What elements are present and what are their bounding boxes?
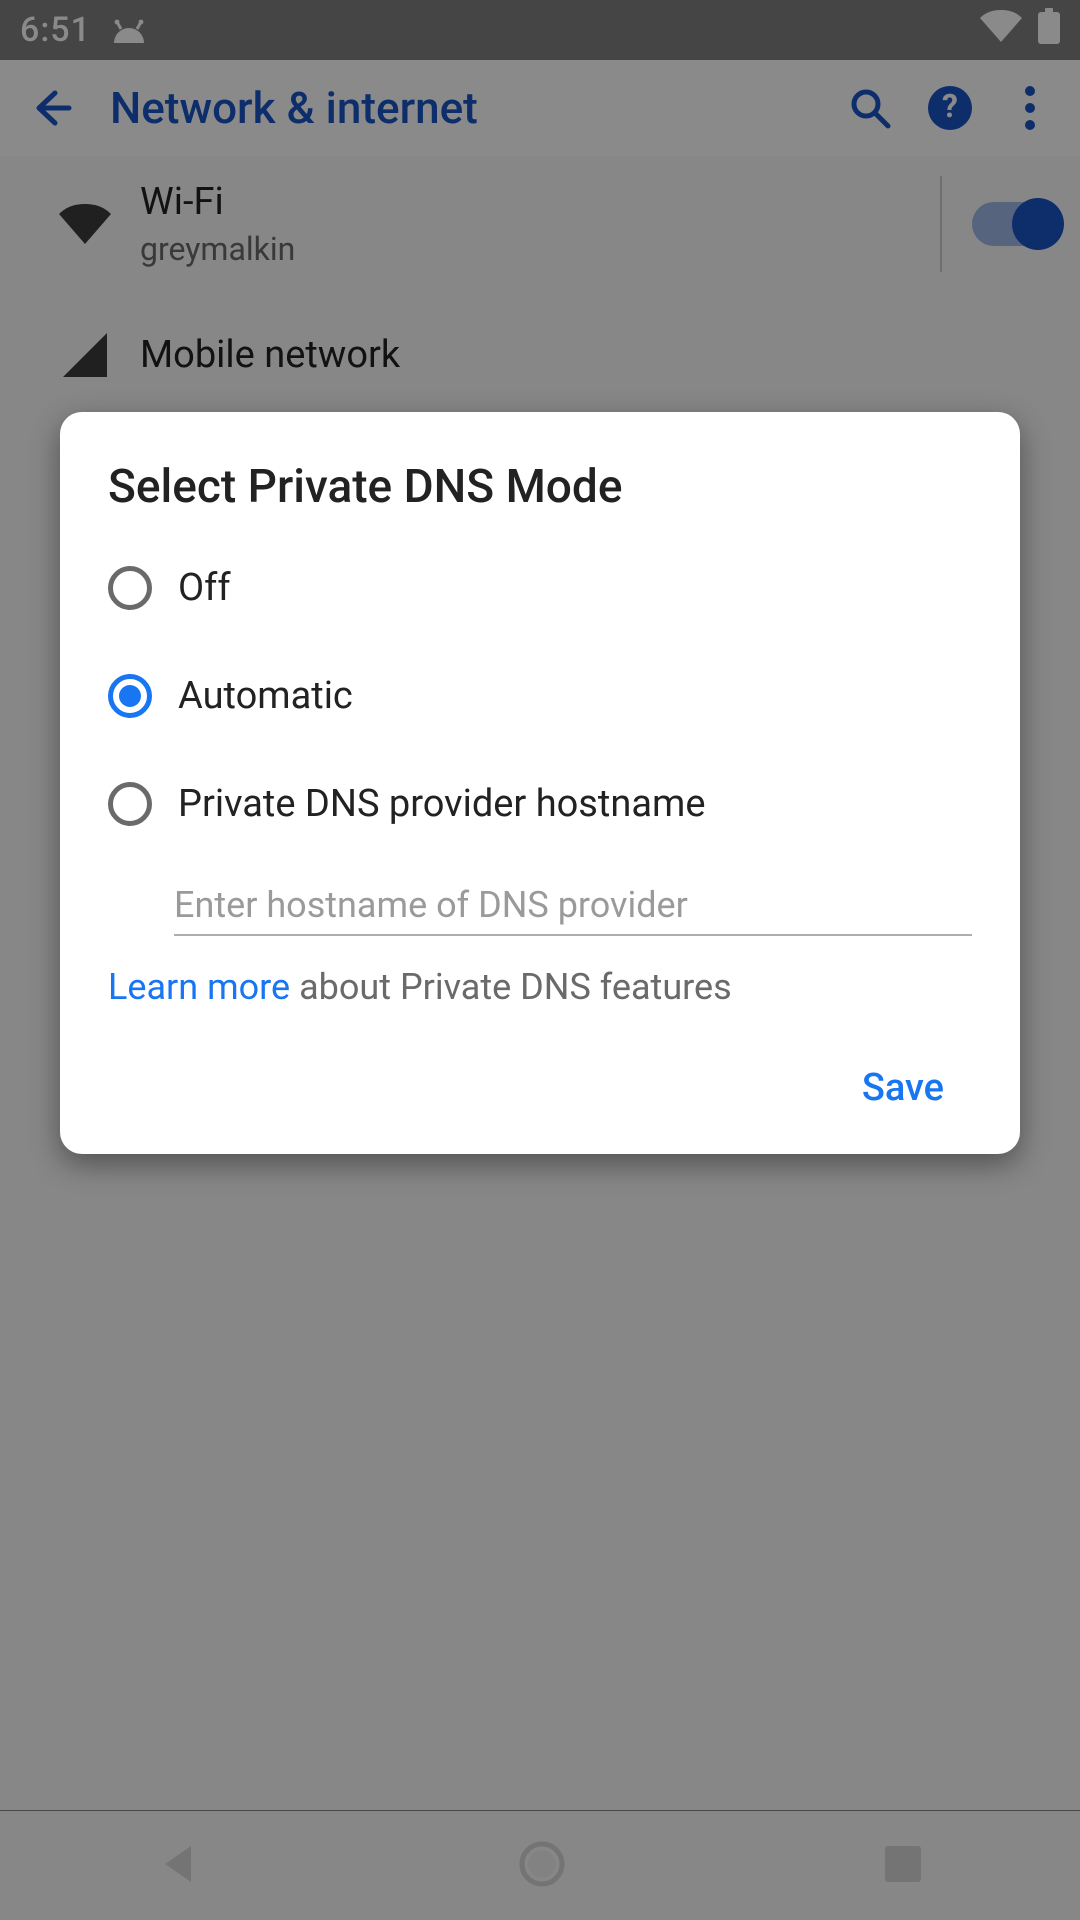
- radio-icon: [108, 782, 152, 826]
- learn-more-tail: about Private DNS features: [290, 966, 732, 1008]
- dns-option-automatic-label: Automatic: [178, 674, 353, 718]
- dns-option-off-label: Off: [178, 566, 231, 610]
- learn-more-link[interactable]: Learn more: [108, 966, 290, 1008]
- save-button[interactable]: Save: [834, 1052, 972, 1124]
- private-dns-dialog: Select Private DNS Mode Off Automatic Pr…: [60, 412, 1020, 1154]
- dns-option-automatic[interactable]: Automatic: [108, 642, 972, 750]
- dns-hostname-input[interactable]: [174, 876, 972, 936]
- radio-icon: [108, 674, 152, 718]
- learn-more-text: Learn more about Private DNS features: [108, 966, 972, 1008]
- dns-option-hostname[interactable]: Private DNS provider hostname: [108, 750, 972, 858]
- dns-option-hostname-label: Private DNS provider hostname: [178, 782, 705, 826]
- radio-icon: [108, 566, 152, 610]
- dialog-title: Select Private DNS Mode: [108, 460, 972, 514]
- dns-option-off[interactable]: Off: [108, 534, 972, 642]
